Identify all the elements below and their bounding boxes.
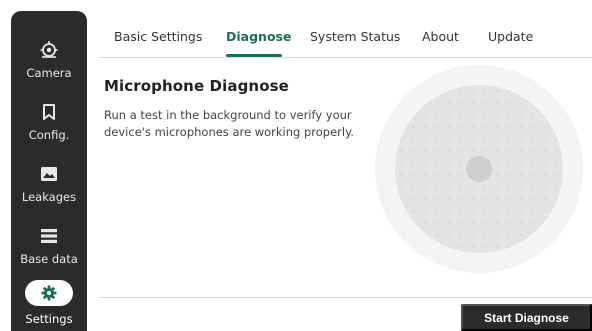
sidebar-item-label: Base data [20, 252, 78, 266]
tab-system-status[interactable]: System Status [310, 29, 400, 44]
sidebar-item-leakages[interactable]: Leakages [11, 163, 87, 204]
sidebar-item-label: Config. [28, 128, 70, 142]
sidebar-item-config[interactable]: Config. [11, 101, 87, 142]
gear-icon [25, 280, 73, 306]
sidebar-item-label: Camera [26, 66, 72, 80]
active-tab-indicator [226, 54, 282, 57]
sidebar-item-label: Settings [25, 312, 73, 326]
tab-update[interactable]: Update [488, 29, 533, 44]
image-icon [38, 163, 60, 185]
tab-basic-settings[interactable]: Basic Settings [114, 29, 202, 44]
tab-bar: Basic Settings Diagnose System Status Ab… [99, 0, 592, 58]
tab-about[interactable]: About [422, 29, 459, 44]
tab-diagnose[interactable]: Diagnose [226, 29, 291, 44]
bookmark-icon [38, 101, 60, 123]
start-diagnose-button[interactable]: Start Diagnose [461, 304, 592, 331]
sidebar-item-label: Leakages [21, 190, 77, 204]
sidebar: Camera Config. Leakages Base data Settin… [11, 11, 87, 331]
list-icon [38, 225, 60, 247]
sidebar-item-camera[interactable]: Camera [11, 39, 87, 80]
page-title: Microphone Diagnose [104, 77, 289, 95]
page-description: Run a test in the background to verify y… [104, 108, 354, 139]
camera-icon [38, 39, 60, 61]
divider [99, 297, 592, 298]
sidebar-item-settings[interactable]: Settings [11, 280, 87, 326]
sidebar-item-base-data[interactable]: Base data [11, 225, 87, 266]
microphone-center-dot [466, 156, 492, 182]
